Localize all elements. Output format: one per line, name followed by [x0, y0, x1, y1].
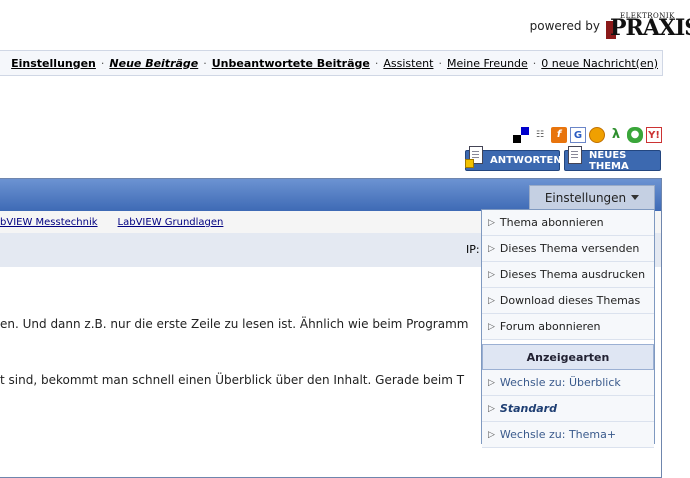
- nav-separator: ·: [374, 56, 379, 70]
- document-icon: [568, 146, 582, 164]
- new-topic-button[interactable]: NEUES THEMA: [564, 146, 661, 172]
- post-text-line: en. Und dann z.B. nur die erste Zeile zu…: [0, 317, 469, 331]
- reply-button-label: ANTWORTEN: [490, 155, 562, 166]
- menu-item-label: Dieses Thema versenden: [499, 242, 640, 255]
- thread-settings-menu: ▷ Thema abonnieren ▷ Dieses Thema versen…: [481, 209, 655, 448]
- delicious-icon[interactable]: [513, 127, 529, 143]
- stumbleupon-icon[interactable]: [589, 127, 605, 143]
- thread-header-bar: Einstellungen: [0, 179, 661, 211]
- forum-link-messtechnik[interactable]: bVIEW Messtechnik: [0, 217, 98, 228]
- menu-item-label: Wechsle zu: Überblick: [499, 376, 621, 389]
- triangle-right-icon: ▷: [488, 243, 495, 254]
- triangle-right-icon: ▷: [488, 217, 495, 228]
- user-navbar: Einstellungen · Neue Beiträge · Unbeantw…: [0, 50, 663, 76]
- nav-unanswered-link[interactable]: Unbeantwortete Beiträge: [212, 57, 370, 70]
- nav-new-posts-link[interactable]: Neue Beiträge: [109, 57, 198, 70]
- post-text-line: t sind, bekommt man schnell einen Überbl…: [0, 373, 465, 387]
- menu-item-download-thread[interactable]: ▷ Download dieses Themas: [482, 288, 654, 314]
- thread-settings-dropdown[interactable]: Einstellungen: [529, 185, 655, 209]
- elektronik-praxis-logo[interactable]: ELEKTRONIK PRAXIS: [606, 11, 690, 41]
- triangle-right-icon: ▷: [488, 403, 495, 414]
- triangle-right-icon: ▷: [488, 321, 495, 332]
- nav-messages-link[interactable]: 0 neue Nachricht(en): [541, 57, 658, 70]
- triangle-right-icon: ▷: [488, 429, 495, 440]
- nav-settings-link[interactable]: Einstellungen: [11, 57, 96, 70]
- nav-separator: ·: [532, 56, 537, 70]
- menu-section-display-modes: Anzeigearten: [482, 344, 654, 370]
- social-bookmarks: ☷ f G λ ● Y!: [513, 127, 662, 143]
- menu-item-send-thread[interactable]: ▷ Dieses Thema versenden: [482, 236, 654, 262]
- furl-icon[interactable]: f: [551, 127, 567, 143]
- nav-separator: ·: [100, 56, 105, 70]
- menu-item-view-overview[interactable]: ▷ Wechsle zu: Überblick: [482, 370, 654, 396]
- ip-label: IP:: [466, 243, 480, 256]
- menu-item-view-threaded[interactable]: ▷ Wechsle zu: Thema+: [482, 422, 654, 448]
- menu-item-label: Thema abonnieren: [499, 216, 604, 229]
- menu-item-label: Standard: [499, 402, 557, 415]
- triangle-right-icon: ▷: [488, 295, 495, 306]
- thread-settings-label: Einstellungen: [544, 190, 627, 205]
- plus-icon: [465, 159, 474, 168]
- menu-item-print-thread[interactable]: ▷ Dieses Thema ausdrucken: [482, 262, 654, 288]
- menu-item-view-standard[interactable]: ▷ Standard: [482, 396, 654, 422]
- google-icon[interactable]: G: [570, 127, 586, 143]
- triangle-right-icon: ▷: [488, 377, 495, 388]
- chevron-down-icon: [631, 195, 640, 200]
- menu-item-subscribe-thread[interactable]: ▷ Thema abonnieren: [482, 210, 654, 236]
- triangle-right-icon: ▷: [488, 269, 495, 280]
- menu-item-label: Wechsle zu: Thema+: [499, 428, 617, 441]
- nav-assistant-link[interactable]: Assistent: [383, 57, 433, 70]
- forum-link-grundlagen[interactable]: LabVIEW Grundlagen: [118, 217, 224, 228]
- menu-item-label: Download dieses Themas: [499, 294, 641, 307]
- yahoo-icon[interactable]: Y!: [646, 127, 662, 143]
- menu-item-label: Dieses Thema ausdrucken: [499, 268, 646, 281]
- menu-item-label: Forum abonnieren: [499, 320, 601, 333]
- new-topic-button-label: NEUES THEMA: [589, 149, 629, 172]
- powered-by-label: powered by: [529, 19, 600, 33]
- nav-separator: ·: [203, 56, 207, 70]
- nav-friends-link[interactable]: Meine Freunde: [447, 57, 528, 70]
- mister-wong-icon[interactable]: ☷: [532, 127, 548, 143]
- logo-title: PRAXIS: [610, 15, 690, 41]
- live-icon[interactable]: ●: [627, 127, 643, 143]
- technorati-icon[interactable]: λ: [608, 127, 624, 143]
- powered-by: powered by ELEKTRONIK PRAXIS: [529, 10, 690, 42]
- nav-separator: ·: [438, 56, 442, 70]
- menu-item-subscribe-forum[interactable]: ▷ Forum abonnieren: [482, 314, 654, 340]
- reply-button[interactable]: ANTWORTEN: [465, 146, 562, 171]
